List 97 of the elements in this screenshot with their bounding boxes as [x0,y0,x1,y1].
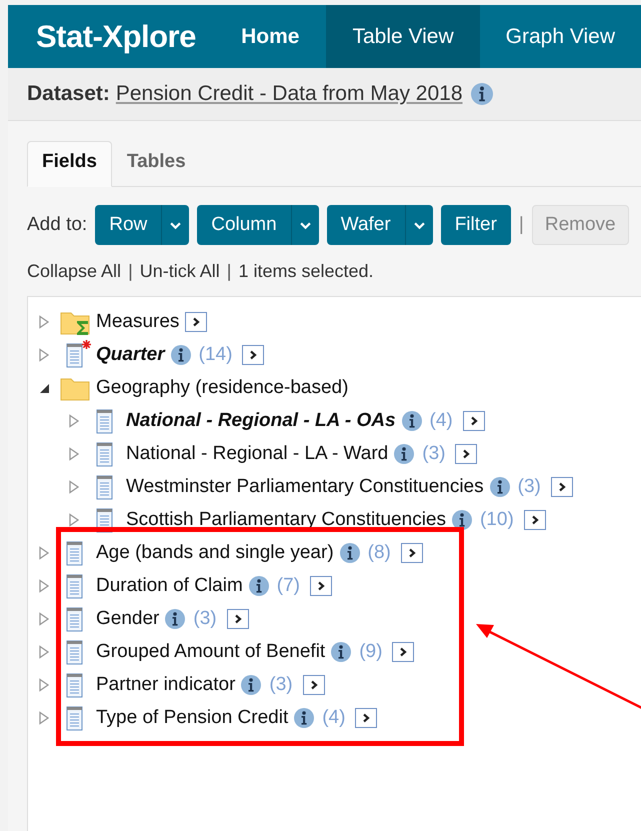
add-field-button[interactable] [185,312,208,332]
field-label[interactable]: Quarter [96,344,165,366]
separator: | [128,261,133,282]
info-icon[interactable] [241,674,262,694]
item-count: (8) [368,542,391,564]
chevron-icon [308,680,319,690]
chevron-icon [556,482,567,492]
field-label[interactable]: Duration of Claim [96,574,243,596]
action-link[interactable]: Un-tick All [140,261,220,282]
expand-icon[interactable] [38,612,50,626]
chevron-icon [316,580,326,590]
expand-icon[interactable] [38,314,50,328]
caret-icon [170,220,182,230]
add-field-button[interactable] [550,476,573,496]
dataset-link[interactable]: Pension Credit - Data from May 2018 [116,82,463,106]
info-icon[interactable] [490,476,510,496]
panel-tab[interactable]: Fields [27,141,112,187]
field-label[interactable]: Measures [96,310,180,332]
info-icon[interactable] [294,708,314,728]
field-label[interactable]: Gender [96,608,160,630]
info-icon[interactable] [452,510,472,530]
item-count: (3) [193,608,217,630]
caret-icon [300,220,311,230]
field-label[interactable]: Scottish Parliamentary Constituencies [126,508,446,530]
add-button[interactable]: Filter [440,205,511,245]
chevron-icon [361,712,372,722]
item-count: (3) [518,476,541,498]
expand-icon[interactable] [38,546,50,560]
nav-tab[interactable]: Home [206,5,326,68]
dataset-label: Dataset: [27,82,110,106]
dropdown-button[interactable] [406,205,433,245]
field-label[interactable]: Type of Pension Credit [96,706,288,728]
chevron-icon [461,448,472,458]
info-icon[interactable] [394,444,414,464]
nav-tab[interactable]: Graph View [480,5,641,68]
info-icon[interactable] [165,608,186,628]
expand-icon[interactable] [38,578,50,592]
info-icon[interactable] [340,542,360,562]
add-field-button[interactable] [302,674,325,694]
chevron-icon [468,416,479,426]
add-field-button[interactable] [242,344,264,364]
dropdown-button[interactable] [162,205,190,245]
item-count: (4) [430,410,453,432]
expand-icon[interactable] [38,644,50,658]
separator: | [226,261,232,282]
add-field-button[interactable] [462,410,485,430]
field-label[interactable]: Age (bands and single year) [96,542,334,564]
add-field-button[interactable] [455,444,478,464]
add-button[interactable]: Row [95,205,162,245]
info-icon[interactable] [402,410,422,430]
chevron-icon [191,316,202,326]
item-count: (7) [276,574,300,596]
info-icon[interactable] [331,642,352,662]
action-link[interactable]: Collapse All [27,261,122,282]
add-button[interactable]: Column [197,205,292,245]
panel-tab[interactable]: Tables [112,141,201,187]
add-field-button[interactable] [524,510,546,530]
add-field-button[interactable] [400,542,423,562]
expand-icon[interactable] [68,446,80,460]
field-label[interactable]: Partner indicator [96,674,236,696]
field-label[interactable]: Westminster Parliamentary Constituencies [126,476,484,498]
chevron-icon [406,548,417,558]
expand-icon[interactable] [38,710,50,724]
expand-icon[interactable] [68,512,80,526]
site-logo[interactable]: Stat-Xplore [8,5,206,68]
info-icon[interactable] [248,576,269,596]
expand-icon[interactable] [38,678,50,692]
selection-status: 1 items selected. [238,261,374,282]
chevron-icon [248,350,258,360]
caret-icon [414,220,425,230]
nav-tab[interactable]: Table View [326,5,480,68]
expand-icon[interactable] [68,480,80,494]
add-field-button[interactable] [392,642,414,662]
add-to-label: Add to: [27,214,88,236]
add-field-button[interactable] [310,576,332,596]
expand-icon[interactable] [38,348,50,362]
separator: | [518,214,524,236]
item-count: (10) [480,508,514,530]
field-label[interactable]: National - Regional - LA - OAs [126,410,396,432]
dropdown-button[interactable] [292,205,319,245]
add-field-button[interactable] [355,708,378,728]
item-count: (9) [359,640,382,662]
add-button[interactable]: Wafer [326,205,406,245]
chevron-icon [530,514,540,524]
chevron-icon [398,646,408,656]
info-icon[interactable] [170,344,191,364]
item-count: (4) [322,706,346,728]
field-label[interactable]: Grouped Amount of Benefit [96,640,326,662]
info-icon[interactable] [470,83,493,105]
item-count: (3) [422,442,446,464]
field-label[interactable]: National - Regional - LA - Ward [126,442,388,464]
expand-icon[interactable] [68,414,80,428]
field-label[interactable]: Geography (residence-based) [96,376,348,398]
item-count: (14) [198,344,232,366]
chevron-icon [232,614,243,624]
add-field-button[interactable] [226,608,249,628]
item-count: (3) [269,674,293,696]
